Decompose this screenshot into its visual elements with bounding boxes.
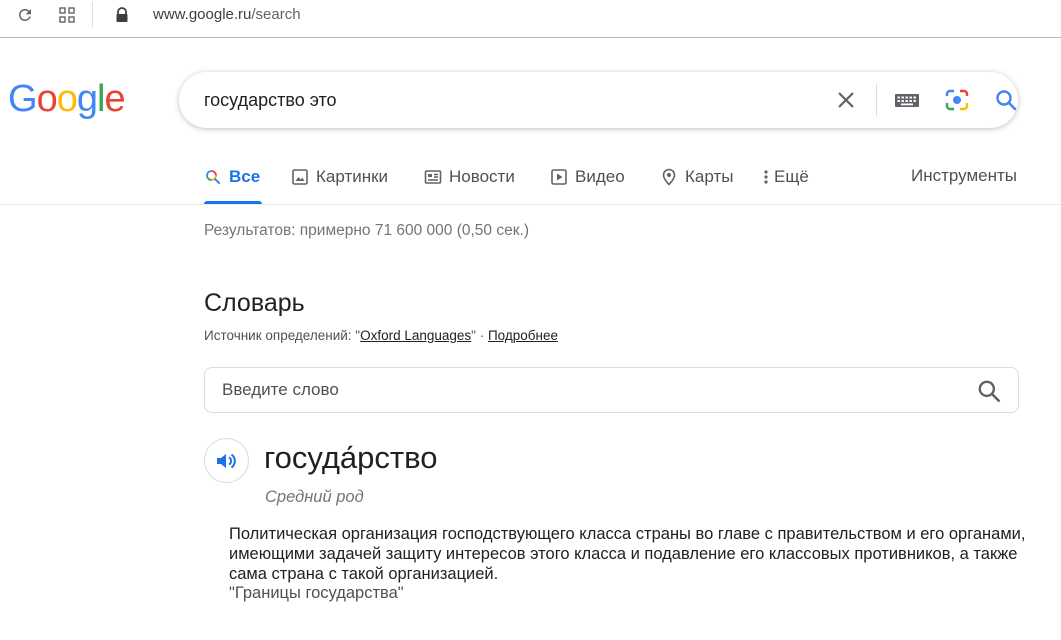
toolbar-divider — [92, 2, 93, 28]
search-divider — [876, 84, 877, 116]
tools-button[interactable]: Инструменты — [911, 166, 1017, 186]
dictionary-input-placeholder: Введите слово — [222, 380, 339, 399]
url-host: www.google.ru — [153, 6, 252, 23]
lock-icon[interactable] — [110, 4, 134, 26]
source-suffix: " · — [471, 328, 488, 343]
tab-videos[interactable]: Видео — [550, 166, 625, 188]
image-icon — [291, 168, 309, 186]
browser-toolbar: www.google.ru/search — [0, 0, 1061, 38]
search-icon[interactable] — [976, 378, 1002, 404]
search-box[interactable]: государство это — [179, 72, 1018, 128]
usage-example: "Границы государства" — [229, 584, 404, 602]
tab-more[interactable]: Ещё — [762, 166, 809, 188]
speaker-icon — [216, 453, 236, 468]
headword: госуда́рство — [264, 440, 438, 475]
search-tabs: Все Картинки Новости Видео Карты Ещё Инс… — [0, 150, 1061, 205]
search-input[interactable]: государство это — [204, 90, 337, 111]
definition-text: Политическая организация господствующего… — [229, 525, 1026, 583]
source-prefix: Источник определений: " — [204, 328, 361, 343]
more-link[interactable]: Подробнее — [488, 328, 558, 343]
keyboard-icon[interactable] — [893, 86, 921, 114]
pronunciation-button[interactable] — [204, 438, 249, 483]
tab-label: Видео — [575, 167, 625, 186]
reload-icon[interactable] — [13, 4, 37, 26]
search-icon[interactable] — [992, 86, 1020, 114]
part-of-speech: Средний род — [265, 488, 364, 506]
map-pin-icon — [660, 168, 678, 186]
tab-label: Картинки — [316, 167, 389, 186]
active-tab-indicator — [204, 201, 262, 204]
google-logo[interactable]: Google — [8, 78, 126, 121]
source-link[interactable]: Oxford Languages — [360, 328, 471, 343]
more-vert-icon — [762, 168, 770, 186]
camera-lens-icon[interactable] — [943, 86, 971, 114]
tab-label: Новости — [449, 167, 515, 186]
dictionary-source: Источник определений: "Oxford Languages"… — [204, 328, 558, 343]
apps-grid-icon[interactable] — [55, 4, 79, 26]
tab-label: Ещё — [774, 167, 809, 186]
play-icon — [550, 168, 568, 186]
search-icon — [204, 168, 222, 186]
result-stats: Результатов: примерно 71 600 000 (0,50 с… — [204, 222, 529, 239]
news-icon — [424, 168, 442, 186]
address-bar[interactable]: www.google.ru/search — [153, 6, 301, 23]
tab-news[interactable]: Новости — [424, 166, 515, 188]
tab-label: Карты — [685, 167, 734, 186]
url-path: /search — [251, 6, 301, 23]
tab-images[interactable]: Картинки — [291, 166, 388, 188]
tab-maps[interactable]: Карты — [660, 166, 733, 188]
clear-icon[interactable] — [832, 86, 860, 114]
dictionary-title: Словарь — [204, 289, 305, 317]
tab-all[interactable]: Все — [204, 166, 260, 188]
tab-label: Все — [229, 167, 261, 186]
dictionary-search-field[interactable]: Введите слово — [204, 367, 1019, 413]
